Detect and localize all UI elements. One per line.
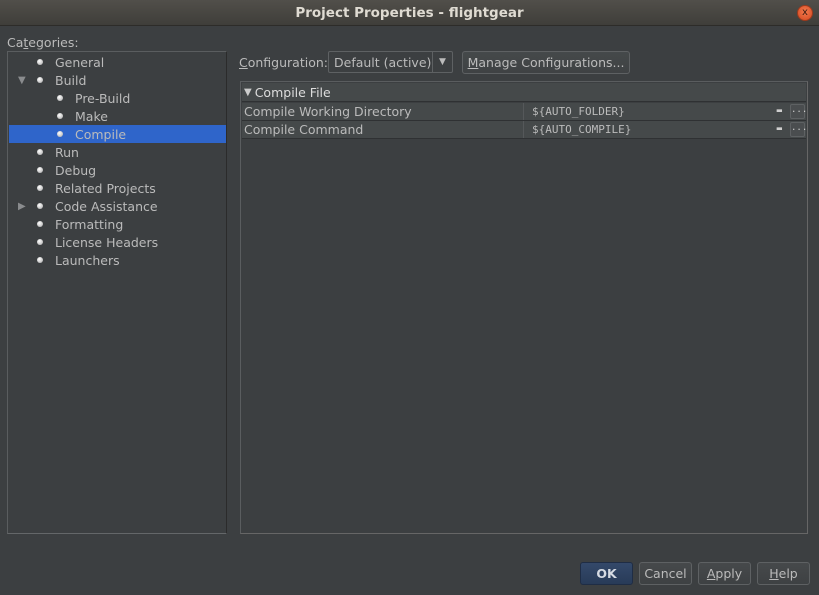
bullet-icon: [37, 167, 43, 173]
categories-label: Categories:: [7, 35, 79, 50]
categories-tree[interactable]: General ▼ Build Pre-Build Make Compile Run Debu…: [7, 51, 227, 534]
dropdown-marker-icon[interactable]: ▬: [777, 124, 782, 134]
manage-configurations-button[interactable]: Manage Configurations...: [462, 51, 630, 74]
bullet-icon: [37, 77, 43, 83]
property-sheet: ▼ Compile File Compile Working Directory…: [240, 81, 808, 534]
bullet-icon: [57, 131, 63, 137]
close-button[interactable]: x: [797, 5, 813, 21]
tree-item-related-projects[interactable]: Related Projects: [9, 179, 226, 197]
property-row-compile-command[interactable]: Compile Command ${AUTO_COMPILE} ▬ ...: [242, 121, 807, 139]
tree-item-label: Make: [75, 108, 108, 124]
tree-item-label: Build: [55, 72, 87, 88]
tree-item-build[interactable]: ▼ Build: [9, 71, 226, 89]
property-value: ${AUTO_COMPILE}: [532, 123, 632, 136]
bullet-icon: [37, 257, 43, 263]
tree-item-label: Code Assistance: [55, 198, 158, 214]
tree-item-launchers[interactable]: Launchers: [9, 251, 226, 269]
expanded-arrow-icon[interactable]: ▼: [18, 75, 26, 86]
tree-item-code-assistance[interactable]: ▶ Code Assistance: [9, 197, 226, 215]
bullet-icon: [37, 221, 43, 227]
tree-item-license-headers[interactable]: License Headers: [9, 233, 226, 251]
apply-button[interactable]: Apply: [698, 562, 751, 585]
tree-item-label: Compile: [75, 126, 127, 142]
tree-item-debug[interactable]: Debug: [9, 161, 226, 179]
property-row-working-directory[interactable]: Compile Working Directory ${AUTO_FOLDER}…: [242, 103, 807, 121]
property-name: Compile Command: [242, 121, 524, 138]
title-bar: Project Properties - flightgear x: [0, 0, 819, 26]
bullet-icon: [57, 95, 63, 101]
configuration-value: Default (active): [334, 54, 432, 70]
bullet-icon: [37, 203, 43, 209]
property-name: Compile Working Directory: [242, 103, 524, 120]
property-value-field[interactable]: ${AUTO_COMPILE} ▬ ...: [524, 121, 807, 138]
bullet-icon: [37, 185, 43, 191]
bullet-icon: [37, 149, 43, 155]
tree-item-make[interactable]: Make: [9, 107, 226, 125]
collapsed-arrow-icon[interactable]: ▶: [18, 201, 26, 212]
tree-item-label: Run: [55, 144, 79, 160]
tree-item-run[interactable]: Run: [9, 143, 226, 161]
tree-item-pre-build[interactable]: Pre-Build: [9, 89, 226, 107]
ok-button[interactable]: OK: [580, 562, 633, 585]
property-value-field[interactable]: ${AUTO_FOLDER} ▬ ...: [524, 103, 807, 120]
section-header-compile-file[interactable]: ▼ Compile File: [242, 83, 806, 102]
ellipsis-button[interactable]: ...: [790, 122, 807, 137]
tree-item-label: License Headers: [55, 234, 159, 250]
tree-item-label: Debug: [55, 162, 97, 178]
cancel-button[interactable]: Cancel: [639, 562, 692, 585]
tree-item-general[interactable]: General: [9, 53, 226, 71]
tree-item-label: Related Projects: [55, 180, 156, 196]
configuration-label: Configuration:: [239, 55, 328, 70]
tree-item-label: General: [55, 54, 105, 70]
tree-item-formatting[interactable]: Formatting: [9, 215, 226, 233]
tree-item-label: Launchers: [55, 252, 120, 268]
bullet-icon: [57, 113, 63, 119]
ellipsis-button[interactable]: ...: [790, 104, 807, 119]
dropdown-marker-icon[interactable]: ▬: [777, 106, 782, 116]
bullet-icon: [37, 239, 43, 245]
configuration-select[interactable]: Default (active) ▼: [328, 51, 453, 73]
chevron-down-icon[interactable]: ▼: [432, 52, 452, 72]
close-icon: x: [802, 7, 808, 18]
collapse-triangle-icon[interactable]: ▼: [244, 87, 252, 98]
help-button[interactable]: Help: [757, 562, 810, 585]
tree-item-label: Formatting: [55, 216, 124, 232]
window-title: Project Properties - flightgear: [295, 4, 524, 21]
tree-item-label: Pre-Build: [75, 90, 131, 106]
property-value: ${AUTO_FOLDER}: [532, 105, 625, 118]
tree-item-compile[interactable]: Compile: [9, 125, 226, 143]
bullet-icon: [37, 59, 43, 65]
section-title: Compile File: [254, 84, 331, 100]
